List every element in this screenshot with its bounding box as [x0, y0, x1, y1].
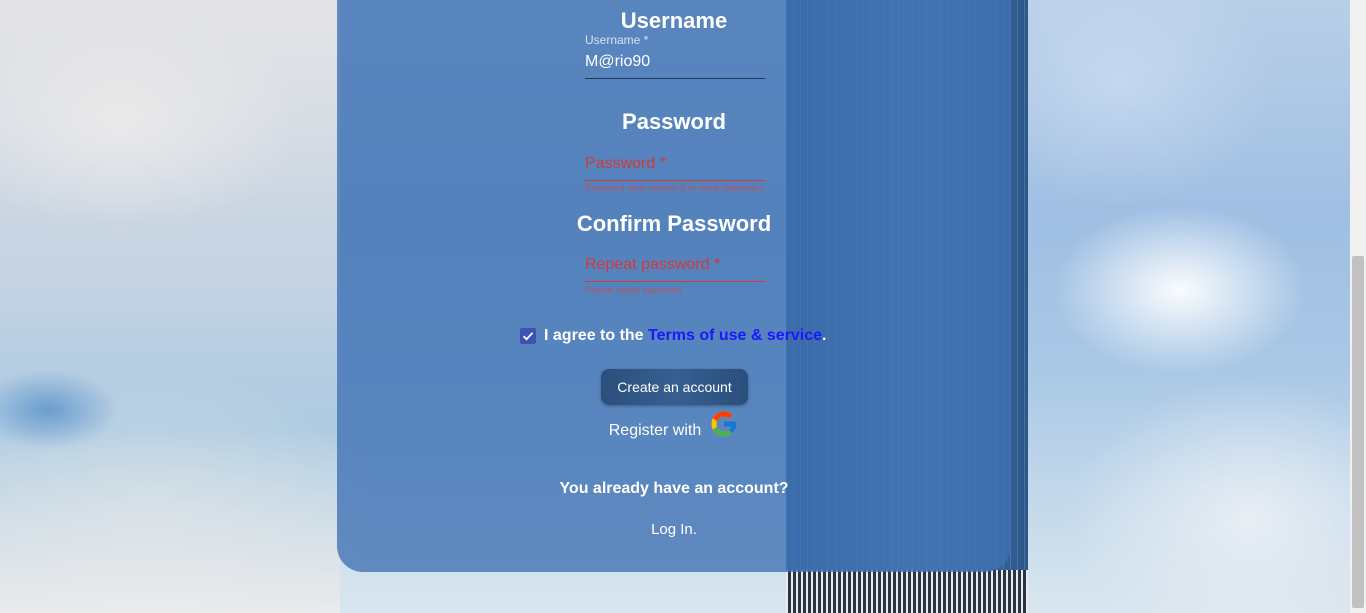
agree-suffix: .	[822, 327, 827, 344]
username-input[interactable]	[585, 48, 765, 76]
already-have-account: You already have an account?	[559, 480, 789, 497]
password-underline	[585, 180, 765, 181]
confirm-password-input[interactable]	[585, 251, 765, 279]
agree-text: I agree to the	[544, 327, 649, 344]
sky-clouds-left	[0, 0, 340, 613]
background-image: Username Username * Password Password mu…	[0, 0, 1350, 613]
password-input[interactable]	[585, 150, 765, 178]
confirm-password-helper: Please repeat password	[585, 285, 682, 295]
create-account-button[interactable]: Create an account	[601, 369, 748, 405]
username-label: Username *	[585, 33, 649, 47]
confirm-password-underline	[585, 281, 765, 282]
check-icon	[522, 332, 534, 341]
confirm-password-heading: Confirm Password	[576, 211, 772, 236]
terms-agreement: I agree to the Terms of use & service.	[520, 326, 827, 346]
terms-checkbox[interactable]	[520, 328, 536, 344]
username-heading: Username	[620, 8, 728, 33]
cloud-shadow	[0, 370, 120, 450]
username-underline	[585, 78, 765, 79]
password-heading: Password	[622, 109, 726, 134]
google-icon[interactable]	[709, 409, 739, 439]
password-helper: Password must contain 8 or more characte…	[585, 183, 764, 193]
login-link[interactable]: Log In.	[337, 521, 1011, 538]
terms-link[interactable]: Terms of use & service	[648, 327, 822, 344]
register-with-google: Register with	[337, 411, 1011, 440]
scrollbar-thumb[interactable]	[1352, 256, 1364, 608]
skyscraper-base	[786, 570, 1028, 613]
register-card: Username Username * Password Password mu…	[337, 0, 1011, 572]
register-with-label: Register with	[608, 422, 702, 439]
